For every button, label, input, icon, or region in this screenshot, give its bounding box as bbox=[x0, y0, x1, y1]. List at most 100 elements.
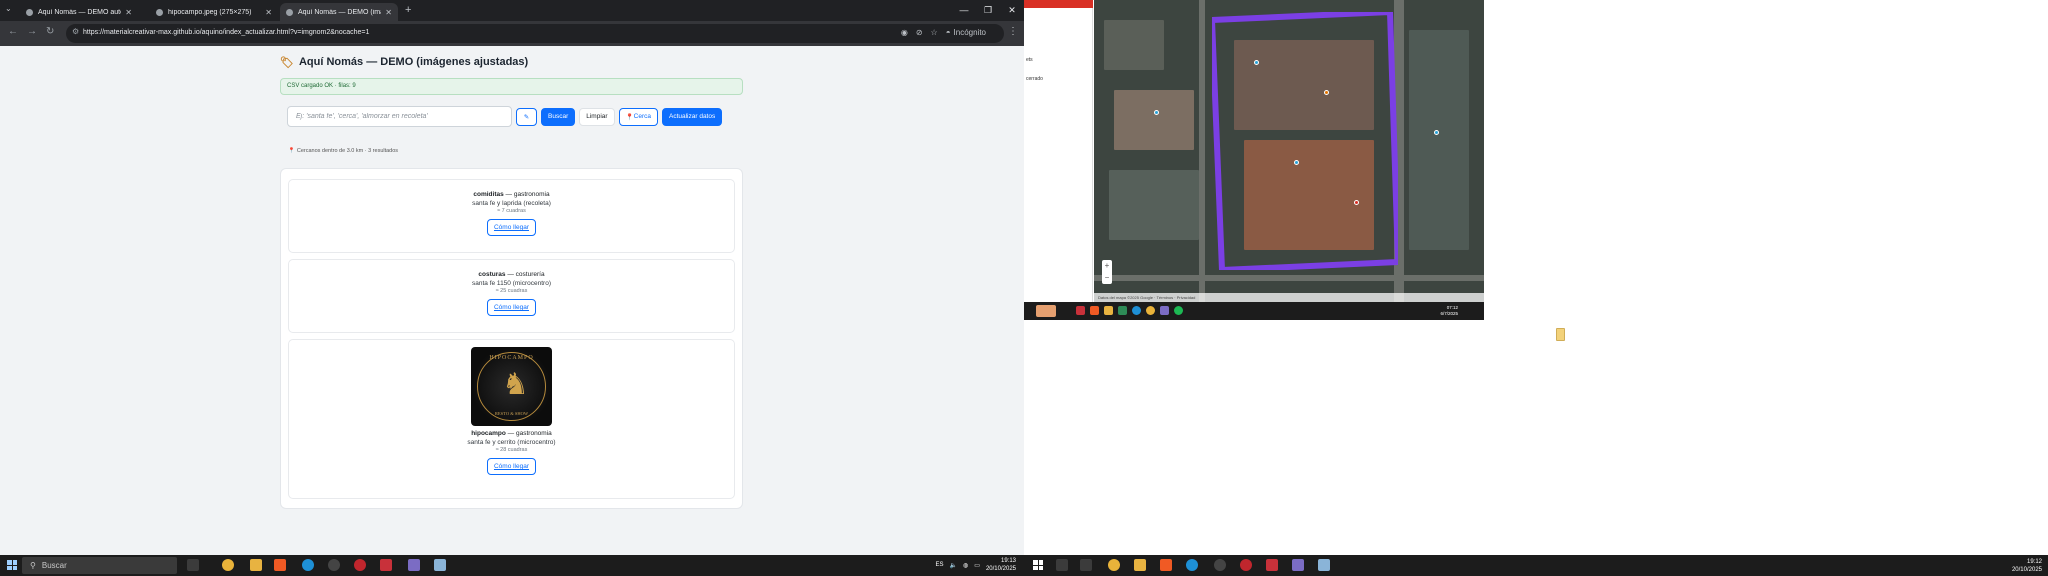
menu-kebab-icon[interactable]: ⋮ bbox=[1008, 26, 1018, 37]
directions-link[interactable]: Cómo llegar bbox=[486, 299, 537, 316]
map-pin[interactable] bbox=[1254, 60, 1259, 65]
desktop-file-icon[interactable] bbox=[1556, 328, 1565, 341]
speaker-icon[interactable]: 🔈 bbox=[950, 562, 957, 569]
page-title: 🏷 Aquí Nomás — DEMO (imágenes ajustadas) bbox=[280, 54, 743, 70]
taskbar-search[interactable]: ⚲ Buscar bbox=[22, 557, 177, 574]
location-icon[interactable]: ◉ bbox=[901, 28, 908, 37]
result-summary-text: Cercanos dentro de 3.0 km · 3 resultados bbox=[296, 148, 399, 154]
results-panel: comiditas — gastronomia santa fe y lapri… bbox=[280, 168, 743, 509]
map-block bbox=[1114, 90, 1194, 150]
chrome-icon[interactable] bbox=[222, 559, 234, 571]
result-title: hipocampo — gastronomia bbox=[471, 430, 552, 437]
directions-link[interactable]: Cómo llegar bbox=[486, 458, 537, 475]
language-indicator[interactable]: ES bbox=[936, 562, 944, 568]
map-road bbox=[1199, 0, 1205, 302]
brave-icon[interactable] bbox=[274, 559, 286, 571]
chrome-icon[interactable] bbox=[1108, 559, 1120, 571]
map-side-panel: ets cerrado bbox=[1024, 0, 1093, 302]
zoom-out-icon[interactable]: − bbox=[1102, 272, 1112, 284]
close-icon[interactable]: ✕ bbox=[265, 8, 272, 17]
edge-icon[interactable] bbox=[302, 559, 314, 571]
search-icon[interactable] bbox=[1056, 559, 1068, 571]
result-title: costuras — costurería bbox=[478, 271, 545, 278]
page-content: 🏷 Aquí Nomás — DEMO (imágenes ajustadas)… bbox=[0, 46, 1024, 555]
browser-tab-3[interactable]: Aquí Nomás — DEMO (imágen ✕ bbox=[280, 3, 398, 21]
pdf-icon[interactable] bbox=[380, 559, 392, 571]
forward-icon[interactable]: → bbox=[27, 26, 37, 37]
settings-icon[interactable] bbox=[328, 559, 340, 571]
edit-button[interactable]: ✎ bbox=[516, 107, 537, 126]
minimize-icon[interactable]: — bbox=[952, 0, 976, 21]
search-input[interactable] bbox=[287, 106, 512, 127]
map-block bbox=[1409, 30, 1469, 250]
directions-link[interactable]: Cómo llegar bbox=[486, 219, 537, 236]
folder-icon[interactable] bbox=[250, 559, 262, 571]
save-app-icon[interactable] bbox=[408, 559, 420, 571]
eye-off-icon[interactable]: ⊘ bbox=[916, 28, 923, 37]
battery-icon[interactable]: ▭ bbox=[974, 562, 980, 569]
map-pin[interactable] bbox=[1434, 130, 1439, 135]
restore-icon[interactable]: ❐ bbox=[976, 0, 1000, 21]
browser-toolbar: ← → ↻ ⚙ https://materialcreativar-max.gi… bbox=[0, 21, 1024, 46]
map-pin[interactable] bbox=[1354, 200, 1359, 205]
browser-tab-1[interactable]: Aquí Nomás — DEMO auto-cr ✕ bbox=[20, 3, 138, 21]
globe-icon bbox=[156, 8, 163, 16]
incognito-badge[interactable]: ◓ Incógnito bbox=[946, 28, 986, 37]
result-address: santa fe 1150 (microcentro) bbox=[472, 280, 551, 287]
windows-start-icon[interactable] bbox=[1033, 560, 1043, 570]
result-card: HIPOCAMPO ♞ RESTO & SHOW hipocampo — gas… bbox=[288, 339, 735, 499]
close-icon[interactable]: ✕ bbox=[125, 8, 132, 17]
taskbar-clock[interactable]: 19:12 20/10/2025 bbox=[2012, 558, 2042, 574]
new-tab-icon[interactable]: + bbox=[405, 4, 411, 16]
result-category: gastronomia bbox=[513, 191, 550, 198]
pdf-icon[interactable] bbox=[1266, 559, 1278, 571]
save-app-icon[interactable] bbox=[1292, 559, 1304, 571]
taskbar-clock[interactable]: 19:13 20/10/2025 bbox=[986, 557, 1016, 573]
windows-start-icon[interactable] bbox=[7, 560, 17, 570]
notepad-icon[interactable] bbox=[1318, 559, 1330, 571]
address-bar[interactable]: ⚙ https://materialcreativar-max.github.i… bbox=[66, 24, 1004, 43]
brave-icon[interactable] bbox=[1160, 559, 1172, 571]
close-window-icon[interactable]: ✕ bbox=[1000, 0, 1024, 21]
clear-button[interactable]: Limpiar bbox=[579, 107, 615, 126]
result-name: hipocampo bbox=[471, 430, 506, 437]
result-category: costurería bbox=[515, 271, 545, 278]
network-icon[interactable]: ◍ bbox=[963, 562, 968, 569]
edge-icon[interactable] bbox=[1186, 559, 1198, 571]
reload-icon[interactable]: ↻ bbox=[46, 26, 54, 37]
search-icon: ⚲ bbox=[30, 561, 36, 570]
pin-icon: 📍 bbox=[625, 113, 634, 121]
opera-icon[interactable] bbox=[1240, 559, 1252, 571]
right-screen: ets cerrado + − Datos del mapa ©2025 Goo… bbox=[1024, 0, 2048, 576]
map-zoom-control[interactable]: + − bbox=[1102, 260, 1112, 284]
satellite-map[interactable]: + − Datos del mapa ©2025 Google · Términ… bbox=[1094, 0, 1484, 302]
tab-search-icon[interactable]: ⌄ bbox=[5, 4, 12, 13]
browser-tab-2[interactable]: hipocampo.jpeg (275×275) ✕ bbox=[150, 3, 278, 21]
result-address: santa fe y laprida (recoleta) bbox=[472, 200, 551, 207]
notepad-icon[interactable] bbox=[434, 559, 446, 571]
update-data-button[interactable]: Actualizar datos bbox=[661, 107, 723, 126]
task-view-icon[interactable] bbox=[1080, 559, 1092, 571]
area-polygon bbox=[1212, 12, 1398, 270]
result-distance: ≈ 25 cuadras bbox=[495, 288, 528, 294]
result-category: gastronomia bbox=[516, 430, 552, 437]
back-icon[interactable]: ← bbox=[8, 26, 18, 37]
task-view-icon[interactable] bbox=[187, 559, 199, 571]
settings-icon[interactable] bbox=[1214, 559, 1226, 571]
close-icon[interactable]: ✕ bbox=[385, 8, 392, 17]
url-text: https://materialcreativar-max.github.io/… bbox=[83, 29, 370, 36]
zoom-in-icon[interactable]: + bbox=[1102, 260, 1112, 272]
taskbar-time: 19:13 bbox=[1000, 558, 1016, 564]
opera-icon[interactable] bbox=[354, 559, 366, 571]
nearby-button[interactable]: 📍 Cerca bbox=[618, 107, 658, 126]
side-panel-header bbox=[1024, 0, 1093, 8]
folder-icon[interactable] bbox=[1134, 559, 1146, 571]
app-container: 🏷 Aquí Nomás — DEMO (imágenes ajustadas)… bbox=[280, 54, 743, 509]
search-button[interactable]: Buscar bbox=[541, 107, 576, 126]
map-pin[interactable] bbox=[1154, 110, 1159, 115]
map-pin[interactable] bbox=[1294, 160, 1299, 165]
map-pin[interactable] bbox=[1324, 90, 1329, 95]
browser-tabbar: ⌄ Aquí Nomás — DEMO auto-cr ✕ hipocampo.… bbox=[0, 0, 1024, 21]
site-info-icon[interactable]: ⚙ bbox=[72, 27, 79, 36]
star-icon[interactable]: ☆ bbox=[931, 28, 938, 37]
